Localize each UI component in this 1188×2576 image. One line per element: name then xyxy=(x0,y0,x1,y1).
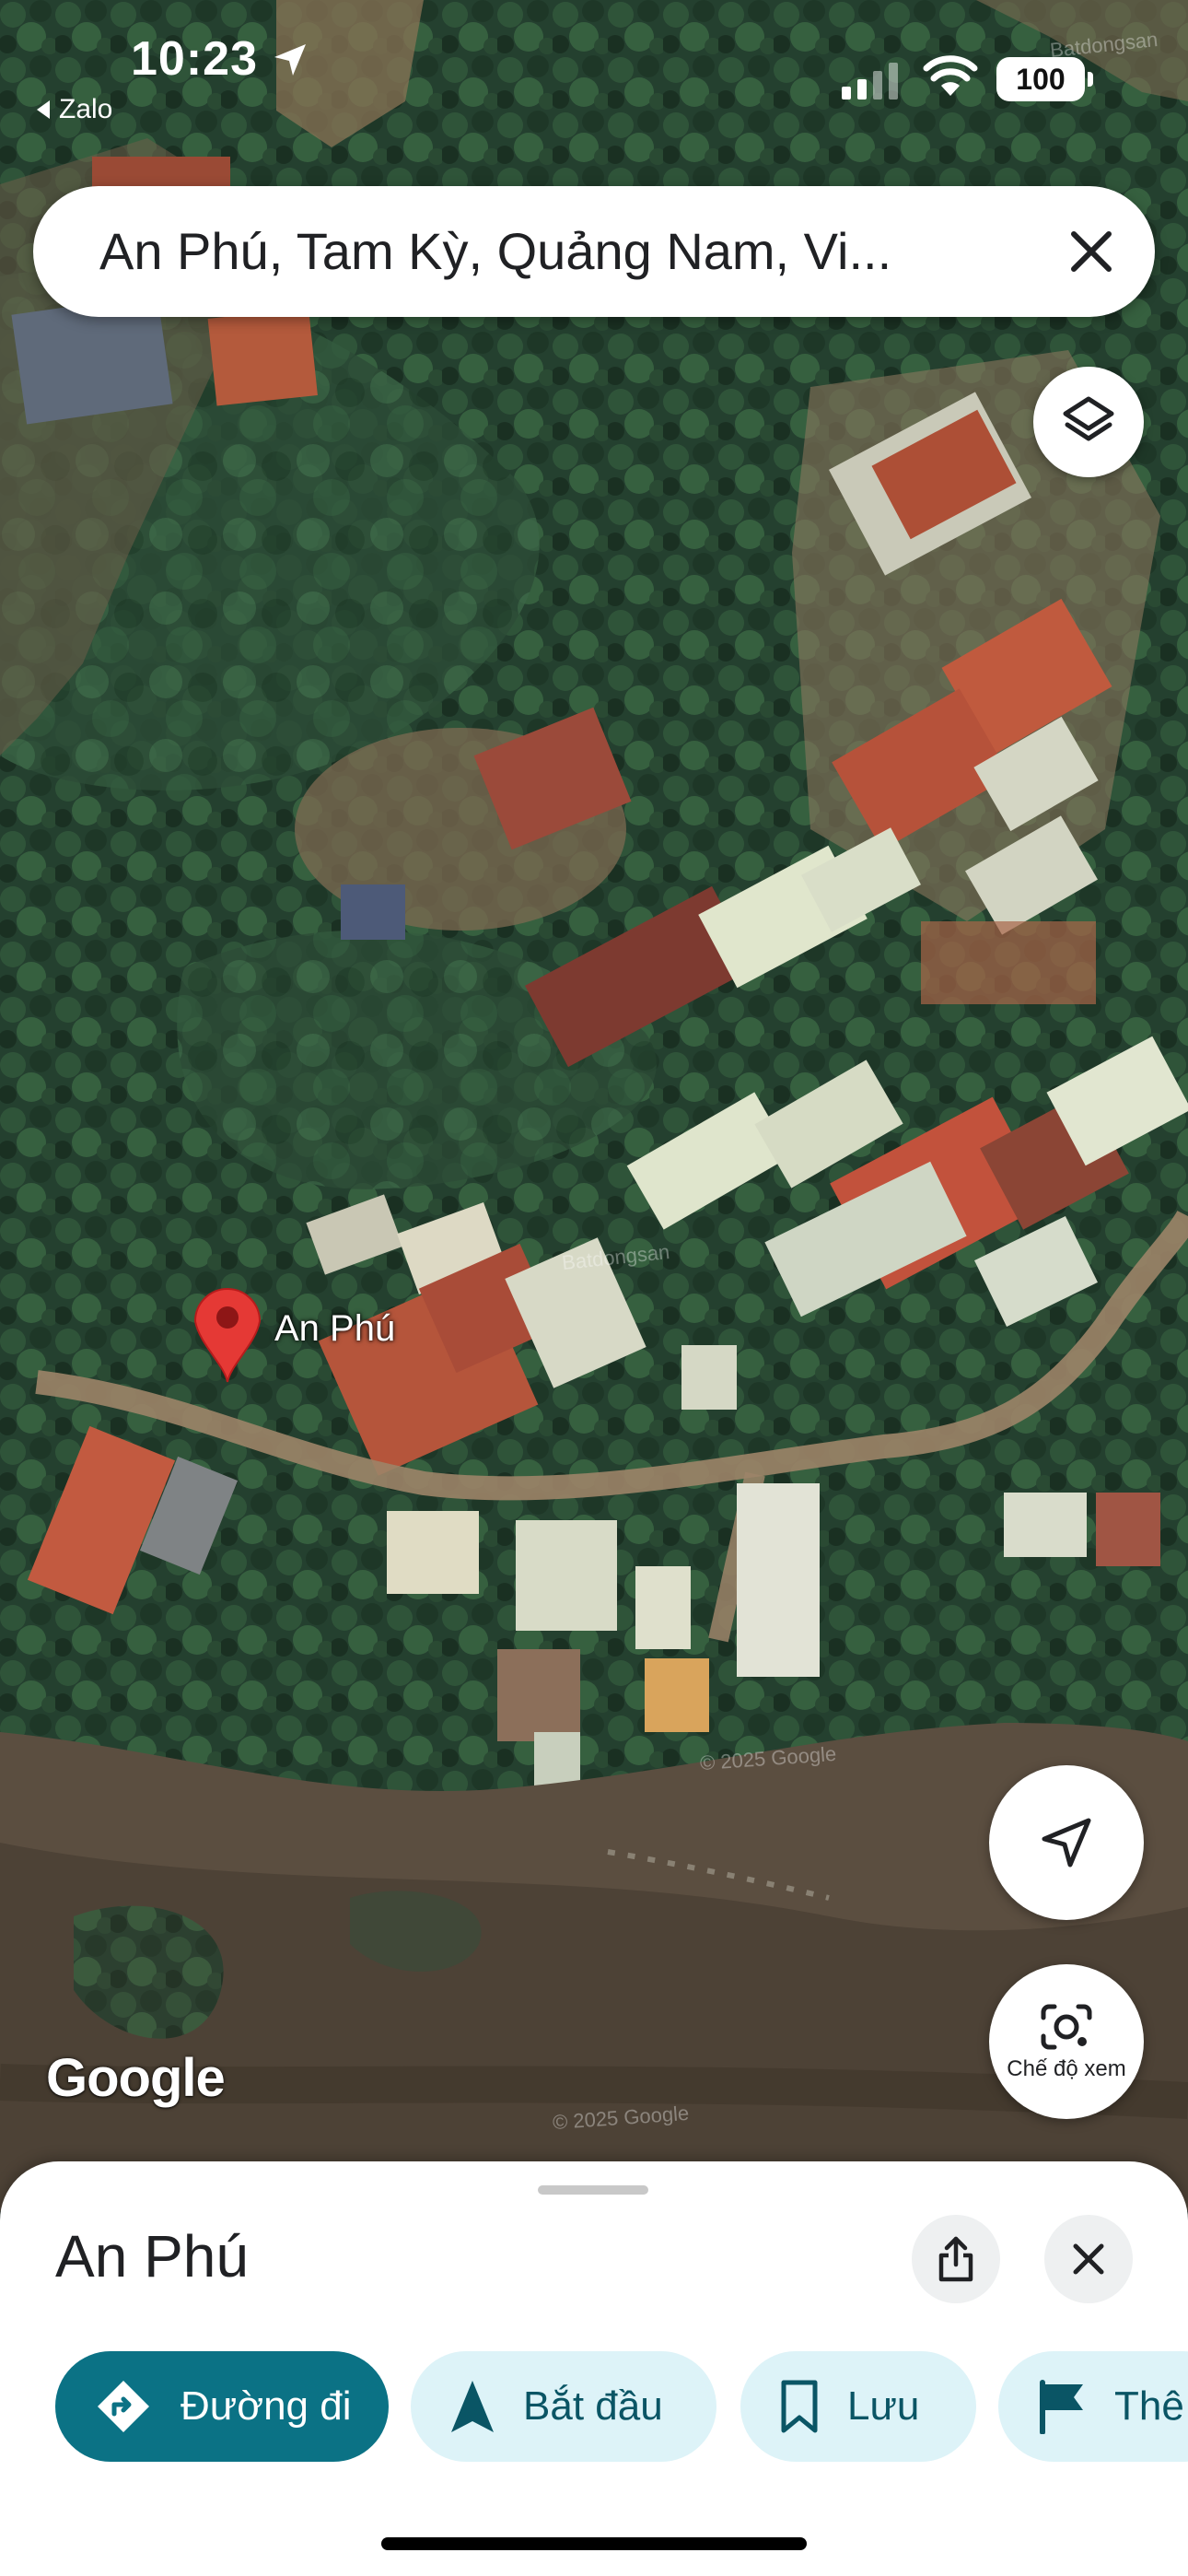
search-query[interactable]: An Phú, Tam Kỳ, Quảng Nam, Vi... xyxy=(99,186,965,317)
more-label: Thê xyxy=(1114,2383,1184,2429)
flag-icon xyxy=(1040,2380,1083,2434)
status-bar: 10:23 Zalo 100 xyxy=(0,0,1188,147)
share-button[interactable] xyxy=(912,2215,1000,2303)
more-button[interactable]: Thê xyxy=(998,2351,1188,2462)
close-icon xyxy=(1073,2243,1104,2275)
start-label: Bắt đầu xyxy=(523,2383,663,2429)
search-bar[interactable]: An Phú, Tam Kỳ, Quảng Nam, Vi... xyxy=(33,186,1155,317)
map-pin-label: An Phú xyxy=(274,1308,396,1349)
directions-label: Đường đi xyxy=(181,2383,352,2429)
place-title: An Phú xyxy=(55,2223,249,2289)
sheet-grabber[interactable] xyxy=(538,2185,648,2195)
battery-icon: 100 xyxy=(996,57,1093,101)
start-arrow-icon xyxy=(451,2381,494,2432)
close-sheet-button[interactable] xyxy=(1044,2215,1133,2303)
save-button[interactable]: Lưu xyxy=(740,2351,976,2462)
lens-camera-icon xyxy=(1041,2004,1092,2050)
layers-icon xyxy=(1063,396,1114,441)
signal-icon xyxy=(842,63,898,100)
map-pin-icon[interactable] xyxy=(192,1282,263,1384)
view-mode-button[interactable]: Chế độ xem xyxy=(989,1964,1144,2119)
save-label: Lưu xyxy=(847,2383,920,2429)
layers-button[interactable] xyxy=(1033,367,1144,477)
share-icon xyxy=(938,2236,973,2282)
back-triangle-icon xyxy=(37,100,50,119)
status-time: 10:23 xyxy=(131,32,258,86)
view-mode-label: Chế độ xem xyxy=(1007,2056,1126,2081)
bookmark-icon xyxy=(781,2380,818,2433)
directions-button[interactable]: Đường đi xyxy=(55,2351,389,2462)
google-attribution: Google xyxy=(46,2048,226,2108)
directions-icon xyxy=(98,2381,149,2432)
place-bottom-sheet[interactable]: An Phú Đường đi Bắt đầu Lưu Thê xyxy=(0,2161,1188,2576)
back-app-label: Zalo xyxy=(59,94,113,124)
back-to-app-link[interactable]: Zalo xyxy=(37,94,112,125)
my-location-button[interactable] xyxy=(989,1765,1144,1920)
start-button[interactable]: Bắt đầu xyxy=(411,2351,716,2462)
clear-search-icon[interactable] xyxy=(1065,225,1118,278)
location-arrow-icon xyxy=(274,44,306,76)
navigation-arrow-icon xyxy=(1042,1818,1091,1868)
home-indicator[interactable] xyxy=(381,2537,807,2550)
wifi-icon xyxy=(923,55,978,96)
